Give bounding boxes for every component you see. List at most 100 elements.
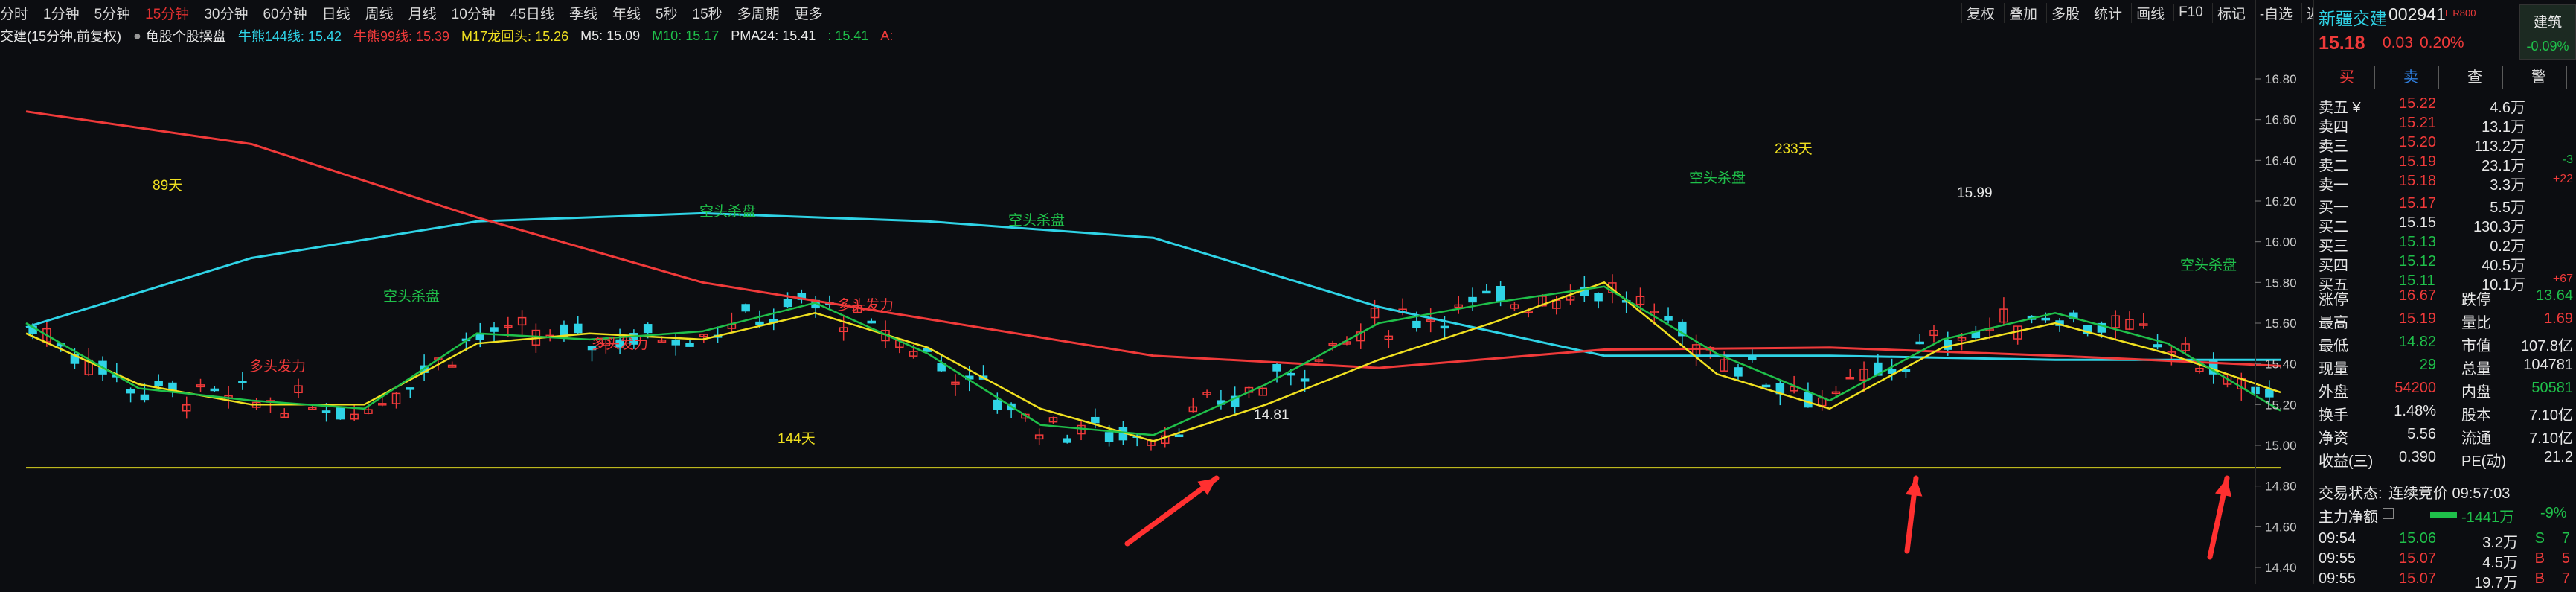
ma-line	[25, 211, 2281, 361]
axis-tick-label: 16.40	[2265, 153, 2297, 168]
stat-value: 1.48%	[2394, 403, 2436, 419]
period-tab[interactable]: 10分钟	[452, 3, 496, 23]
period-tab[interactable]: 5秒	[656, 3, 678, 23]
chart-annotation: 89天	[153, 178, 182, 194]
tick-price: 15.06	[2399, 530, 2437, 547]
candle-body	[2041, 317, 2051, 321]
book-row[interactable]: 买三 15.13 0.2万	[2314, 234, 2576, 255]
indicator-value: 牛熊144线: 15.42	[237, 29, 342, 44]
book-row[interactable]: 卖二 15.19 23.1万 -3	[2314, 153, 2576, 174]
book-volume: 4.6万	[2490, 100, 2525, 116]
chart-annotation: 多头发力	[837, 297, 894, 313]
book-row[interactable]: 买二 15.15 130.3万	[2314, 214, 2576, 235]
period-tab[interactable]: 45日线	[510, 3, 554, 23]
candle-body	[126, 389, 135, 394]
tool-button[interactable]: 统计	[2089, 2, 2127, 23]
sector-name: 建筑	[2533, 15, 2562, 31]
book-row[interactable]: 卖三 15.20 113.2万	[2314, 134, 2576, 155]
tool-button[interactable]: 画线	[2131, 2, 2169, 23]
book-row[interactable]: 卖五 ¥ 15.22 4.6万	[2314, 95, 2576, 116]
stat-value: 21.2	[2544, 449, 2573, 465]
last-price: 15.18	[2319, 33, 2365, 54]
trade-status-value: 连续竞价 09:57:03	[2388, 486, 2511, 502]
stat-value: 14.82	[2398, 334, 2436, 350]
period-tab[interactable]: 日线	[322, 3, 350, 23]
period-tab[interactable]: 更多	[795, 3, 823, 23]
stock-name[interactable]: 新疆交建	[2319, 4, 2387, 30]
stat-label: 换手	[2319, 407, 2348, 424]
chart-annotation: 多头发力	[592, 336, 648, 352]
chart-annotation: 15.99	[1957, 185, 1993, 201]
candle-body	[783, 299, 792, 308]
kline-chart[interactable]: 89天233天144天空头杀盘空头杀盘空头杀盘空头杀盘空头杀盘多头发力多头发力多…	[0, 46, 2307, 584]
axis-tick-label: 14.80	[2265, 480, 2297, 494]
stat-row: 现量 29 总量 104781	[2314, 357, 2576, 378]
stat-label: 内盘	[2461, 384, 2491, 401]
period-tab[interactable]: 季线	[569, 3, 597, 23]
indicator-name[interactable]: 龟股个股操盘	[146, 26, 226, 45]
candle-body	[1063, 438, 1072, 443]
stat-label: 收益(三)	[2319, 453, 2374, 470]
book-price: 15.20	[2399, 134, 2437, 150]
book-row[interactable]: 买四 15.12 40.5万	[2314, 253, 2576, 274]
period-tab[interactable]: 15秒	[693, 3, 723, 23]
tool-button[interactable]: 多股	[2046, 2, 2084, 23]
period-tab[interactable]: 60分钟	[263, 3, 307, 23]
period-tab[interactable]: 1分钟	[43, 3, 80, 23]
period-tab[interactable]: 15分钟	[145, 3, 189, 23]
candle-body	[1287, 372, 1295, 376]
period-tab[interactable]: 30分钟	[204, 3, 248, 23]
tool-button[interactable]: F10	[2173, 4, 2208, 21]
stat-label: 市值	[2461, 338, 2491, 354]
trade-button[interactable]: 查	[2447, 66, 2503, 89]
book-level: 买四	[2319, 258, 2348, 274]
indicator-select-icon[interactable]: ●	[133, 28, 141, 44]
price-pct: 0.20%	[2420, 34, 2464, 51]
period-tab[interactable]: 月线	[408, 3, 437, 23]
chart-annotation: 14.81	[1254, 407, 1289, 423]
indicator-legend: 交建(15分钟,前复权) ● 龟股个股操盘 牛熊144线: 15.42 牛熊99线…	[0, 25, 2307, 46]
tool-button[interactable]: 复权	[1961, 2, 1999, 23]
axis-tick-label: 16.20	[2265, 194, 2297, 209]
chart-title: 交建(15分钟,前复权)	[0, 29, 122, 44]
book-price: 15.22	[2399, 95, 2437, 112]
candle-body	[1300, 378, 1310, 382]
candle-body	[1482, 290, 1491, 294]
trade-button[interactable]: 卖	[2383, 66, 2439, 89]
period-tab[interactable]: 分时	[0, 3, 28, 23]
stat-label: 流通	[2461, 430, 2491, 447]
trade-button[interactable]: 警	[2511, 66, 2567, 89]
candle-body	[1468, 296, 1477, 303]
candle-body	[741, 304, 750, 312]
tick-volume: 19.7万	[2474, 575, 2518, 591]
chart-annotation: 空头杀盘	[1008, 212, 1065, 229]
period-tab[interactable]: 5分钟	[94, 3, 131, 23]
stat-label: PE(动)	[2461, 453, 2506, 470]
period-tab[interactable]: 多周期	[737, 3, 780, 23]
book-row[interactable]: 卖四 15.21 13.1万	[2314, 115, 2576, 136]
period-tab[interactable]: 周线	[365, 3, 394, 23]
candle-body	[1664, 316, 1673, 321]
main-flow-pct: -9%	[2540, 505, 2567, 521]
ma-line	[25, 281, 2281, 442]
period-tab[interactable]: 年线	[612, 3, 641, 23]
book-level: 卖二	[2319, 158, 2348, 174]
book-row[interactable]: 买一 15.17 5.5万	[2314, 195, 2576, 216]
price-axis: 16.80 16.60 16.40 16.20 16.00 15.80 15.60 15.40…	[2255, 0, 2297, 584]
axis-tick-label: 16.60	[2265, 113, 2297, 127]
stat-value: 50581	[2531, 380, 2573, 396]
tool-button[interactable]: 叠加	[2004, 2, 2042, 23]
main-flow-icon[interactable]	[2383, 508, 2394, 519]
candle-body	[643, 324, 653, 334]
candle-body	[867, 320, 876, 324]
stat-label: 量比	[2461, 315, 2491, 331]
sector-box[interactable]: 建筑 -0.09%	[2519, 4, 2576, 60]
candle-body	[406, 387, 415, 390]
tool-button[interactable]: 标记	[2211, 2, 2250, 23]
candle-body	[1748, 357, 1757, 360]
book-row[interactable]: 卖一 15.18 3.3万 +22	[2314, 173, 2576, 194]
level2-badge: L R800	[2445, 7, 2476, 19]
stat-row: 最高 15.19 量比 1.69	[2314, 311, 2576, 331]
tick-row: 09:55 15.07 4.5万 B 5	[2314, 550, 2576, 571]
trade-button[interactable]: 买	[2319, 66, 2375, 89]
